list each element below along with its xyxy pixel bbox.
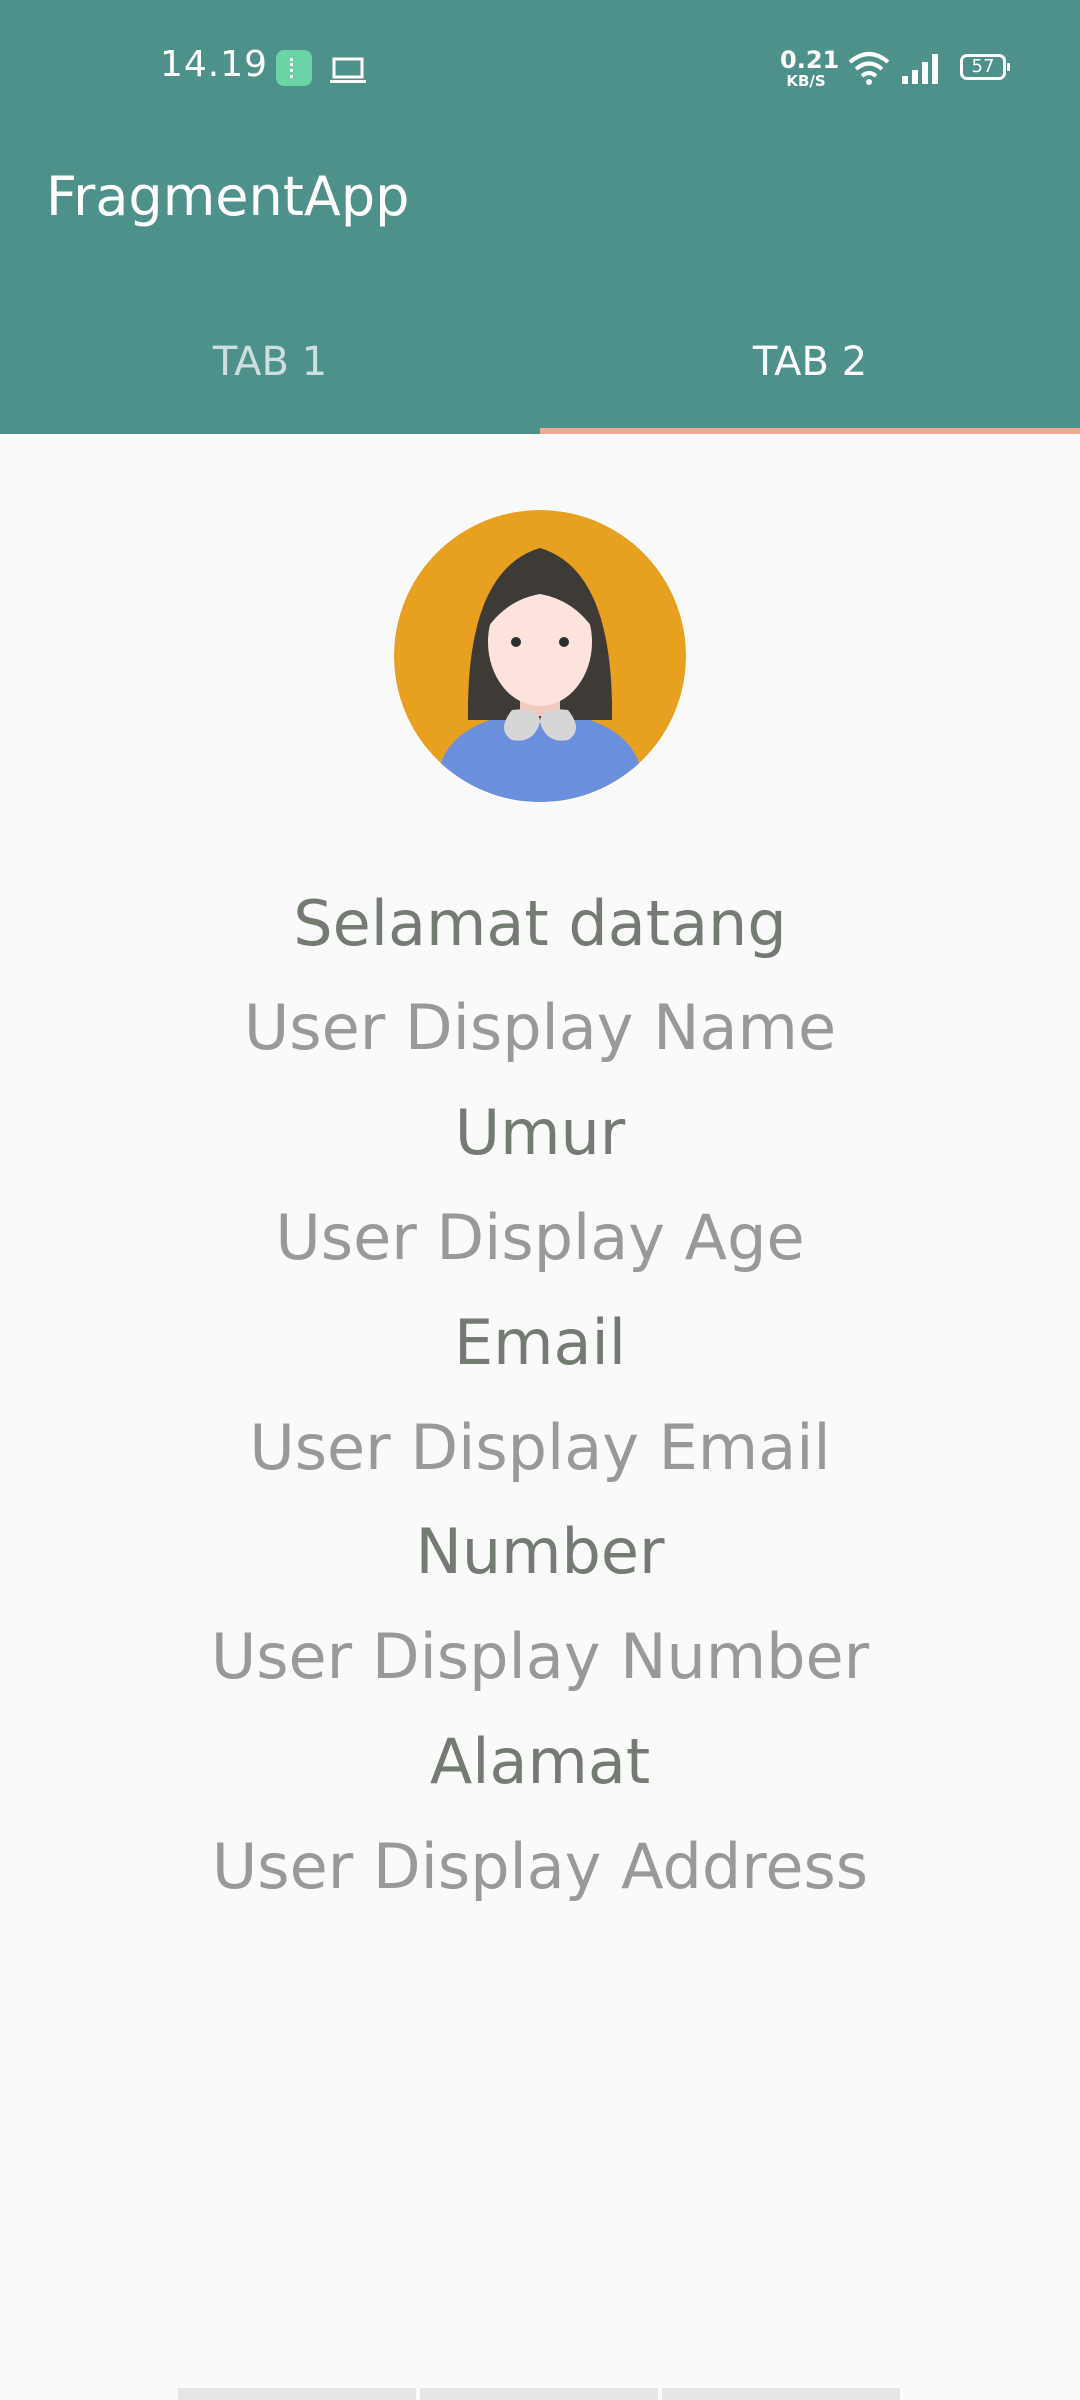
network-speed: 0.21 KB/S xyxy=(780,46,840,90)
tab-2-label: TAB 2 xyxy=(752,339,868,385)
network-speed-unit: KB/S xyxy=(786,72,826,90)
wifi-icon xyxy=(848,52,890,85)
status-bar: 14.19 0.21 KB/S 57 xyxy=(0,0,1080,136)
status-time: 14.19 xyxy=(160,44,269,85)
nav-handle-right xyxy=(662,2388,900,2400)
tab-2[interactable]: TAB 2 xyxy=(540,314,1080,434)
tab-1-label: TAB 1 xyxy=(212,339,328,385)
user-address-value: User Display Address xyxy=(211,1830,869,1903)
user-name-value: User Display Name xyxy=(243,991,837,1064)
age-label: Umur xyxy=(454,1096,626,1169)
battery-level: 57 xyxy=(971,56,995,77)
address-label: Alamat xyxy=(429,1725,651,1798)
notification-app-icon xyxy=(276,50,312,86)
user-age-value: User Display Age xyxy=(275,1201,805,1274)
signal-icon xyxy=(902,54,938,84)
user-number-value: User Display Number xyxy=(210,1620,870,1693)
laptop-icon xyxy=(330,57,366,83)
welcome-label: Selamat datang xyxy=(293,887,787,960)
user-avatar-icon xyxy=(394,510,686,802)
nav-handle-left xyxy=(178,2388,416,2400)
user-email-value: User Display Email xyxy=(249,1411,831,1484)
app-bar: 14.19 0.21 KB/S 57 FragmentApp TAB 1 TAB… xyxy=(0,0,1080,434)
tab-1[interactable]: TAB 1 xyxy=(0,314,540,434)
number-label: Number xyxy=(415,1515,665,1588)
email-label: Email xyxy=(453,1306,626,1379)
toolbar-title: FragmentApp xyxy=(46,165,410,228)
nav-handle-center xyxy=(420,2388,658,2400)
network-speed-value: 0.21 xyxy=(780,46,840,74)
battery-icon: 57 xyxy=(960,54,1010,80)
